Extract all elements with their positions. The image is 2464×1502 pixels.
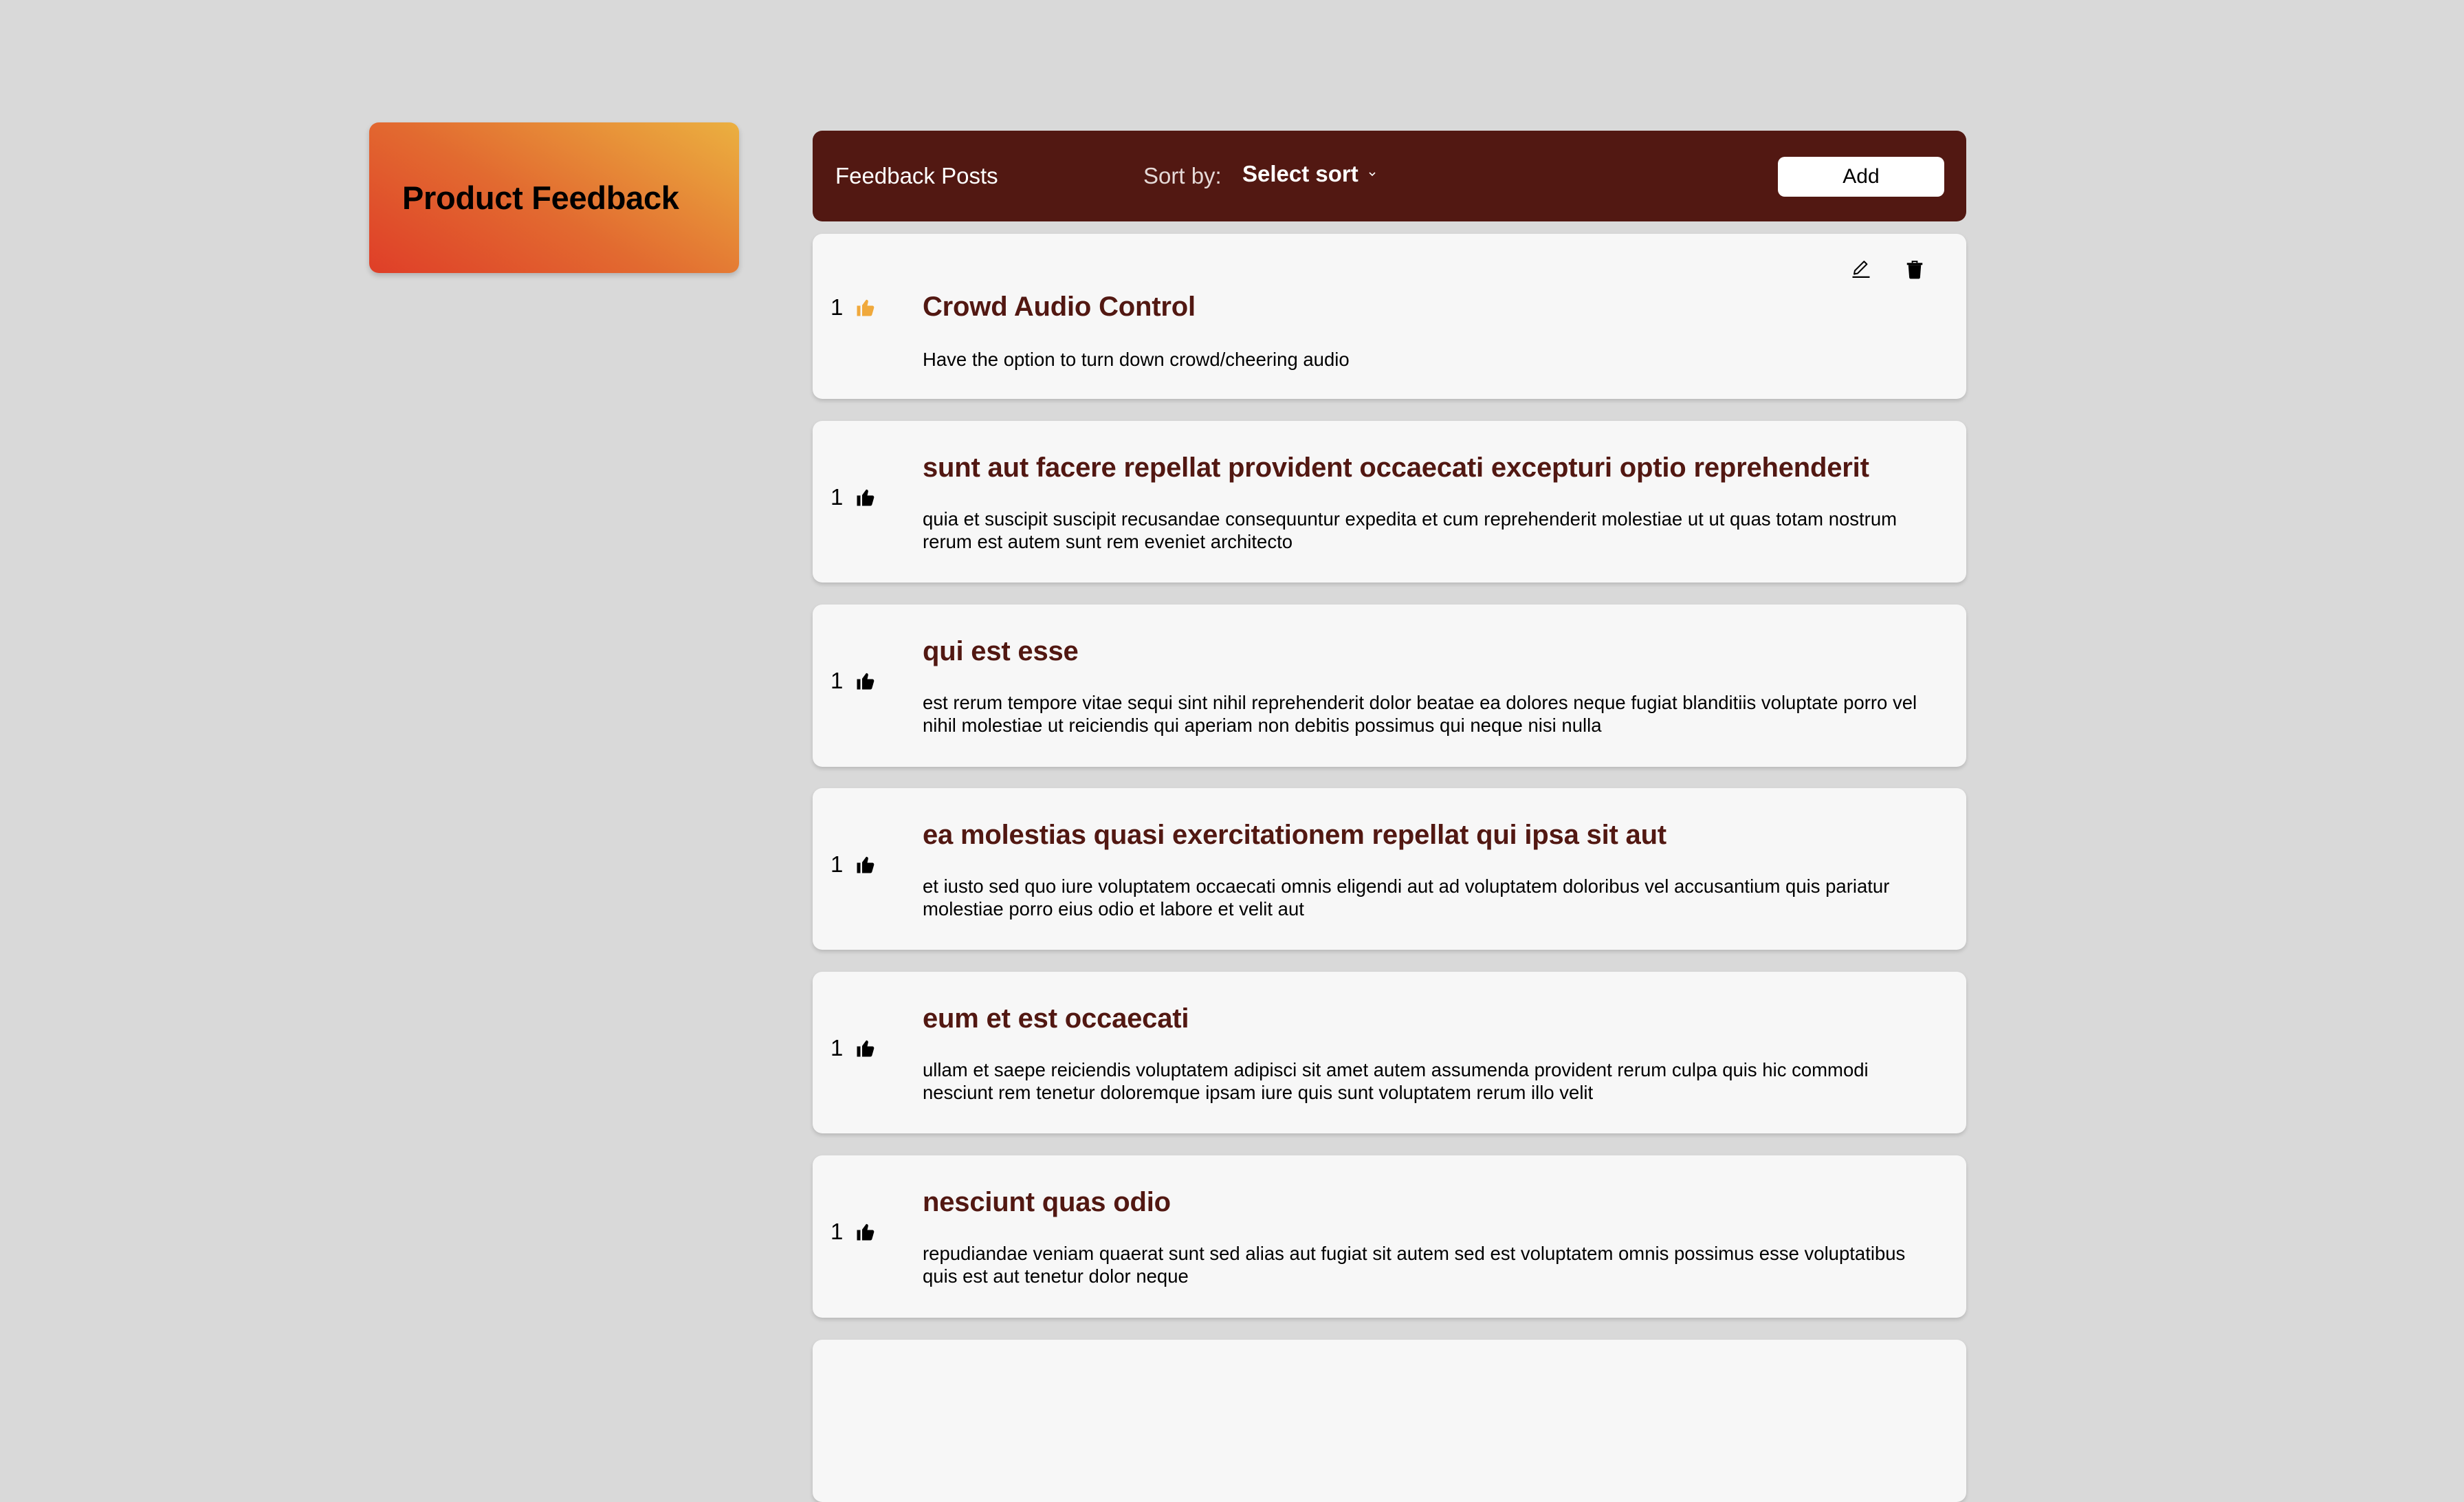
post-body: quia et suscipit suscipit recusandae con…: [923, 508, 1898, 552]
vote-count: 1: [830, 1219, 844, 1244]
post-body: et iusto sed quo iure voluptatem occaeca…: [923, 875, 1890, 919]
post-actions: [1851, 257, 1925, 281]
feedback-header: Feedback Posts Sort by: Select sort Add: [813, 131, 1966, 221]
vote-control: 1: [830, 668, 876, 694]
vote-count: 1: [830, 484, 844, 510]
vote-control: 1: [830, 851, 876, 878]
post-title[interactable]: Crowd Audio Control: [923, 292, 1196, 323]
post-body: Have the option to turn down crowd/cheer…: [923, 349, 1350, 370]
vote-control: 1: [830, 484, 876, 510]
vote-control: 1: [830, 294, 876, 320]
vote-control: 1: [830, 1035, 876, 1061]
thumbs-up-icon[interactable]: [855, 297, 876, 318]
sort-select[interactable]: Select sort: [1242, 161, 1376, 187]
post-body: est rerum tempore vitae sequi sint nihil…: [923, 692, 1917, 736]
thumbs-up-icon[interactable]: [855, 1038, 876, 1058]
edit-pencil-icon[interactable]: [1851, 257, 1871, 281]
post-card: 1 Crowd Audio Control Have the option to…: [813, 234, 1966, 399]
thumbs-up-icon[interactable]: [855, 854, 876, 875]
header-title: Feedback Posts: [835, 163, 998, 188]
brand-title: Product Feedback: [402, 179, 679, 216]
post-body: ullam et saepe reiciendis voluptatem adi…: [923, 1059, 1869, 1103]
post-card: 1 sunt aut facere repellat provident occ…: [813, 421, 1966, 583]
sort-label: Sort by:: [1143, 163, 1222, 188]
vote-count: 1: [830, 851, 844, 877]
vote-count: 1: [830, 668, 844, 693]
chevron-down-icon: [1369, 172, 1376, 177]
sort-value: Select sort: [1242, 161, 1358, 186]
post-card: 1 nesciunt quas odio repudiandae veniam …: [813, 1155, 1966, 1318]
vote-control: 1: [830, 1219, 876, 1245]
post-title[interactable]: qui est esse: [923, 636, 1079, 667]
post-card: 1 ea molestias quasi exercitationem repe…: [813, 788, 1966, 950]
post-card: 1 qui est esse est rerum tempore vitae s…: [813, 605, 1966, 767]
post-title[interactable]: sunt aut facere repellat provident occae…: [923, 453, 1869, 483]
brand-card: Product Feedback: [369, 122, 739, 273]
post-card-partial: [813, 1340, 1966, 1502]
post-title[interactable]: eum et est occaecati: [923, 1003, 1189, 1034]
trash-icon[interactable]: [1904, 257, 1925, 281]
add-button[interactable]: Add: [1778, 157, 1944, 197]
thumbs-up-icon[interactable]: [855, 487, 876, 508]
post-body: repudiandae veniam quaerat sunt sed alia…: [923, 1243, 1906, 1287]
post-title[interactable]: nesciunt quas odio: [923, 1187, 1171, 1218]
vote-count: 1: [830, 294, 844, 320]
thumbs-up-icon[interactable]: [855, 1221, 876, 1242]
post-card: 1 eum et est occaecati ullam et saepe re…: [813, 972, 1966, 1133]
thumbs-up-icon[interactable]: [855, 671, 876, 691]
vote-count: 1: [830, 1035, 844, 1060]
post-title[interactable]: ea molestias quasi exercitationem repell…: [923, 820, 1666, 851]
